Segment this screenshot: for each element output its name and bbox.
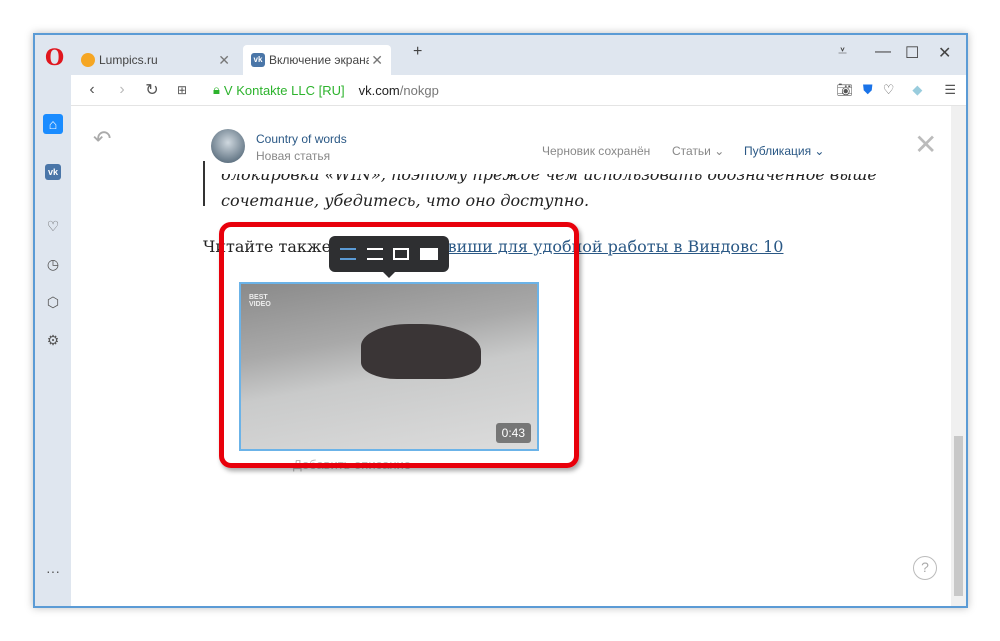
- close-tab-icon[interactable]: ✕: [218, 52, 230, 69]
- extensions-cube-icon[interactable]: ⬡: [43, 292, 63, 312]
- new-tab-button[interactable]: +: [413, 43, 422, 61]
- vpn-shield-icon[interactable]: ⛊: [863, 82, 873, 98]
- reload-button[interactable]: ↻: [143, 80, 161, 100]
- maximize-button[interactable]: ☐: [905, 43, 919, 63]
- help-button[interactable]: ?: [913, 556, 937, 580]
- camera-icon[interactable]: 📷︎: [836, 82, 853, 98]
- settings-gear-icon[interactable]: ⚙: [43, 330, 63, 350]
- tab-menu-icon[interactable]: ⩡: [838, 43, 847, 61]
- quote-line: блокировки «WIN», поэтому прежде чем исп…: [221, 165, 877, 184]
- highlight-box: [219, 222, 579, 468]
- home-icon[interactable]: ⌂: [43, 114, 63, 134]
- close-editor-icon[interactable]: ✕: [914, 128, 937, 161]
- draft-status: Черновик сохранён: [542, 144, 651, 158]
- opera-logo[interactable]: O: [45, 45, 64, 71]
- security-badge[interactable]: V Kontakte LLC [RU]: [224, 83, 345, 98]
- vk-favicon: vk: [251, 53, 265, 67]
- scrollbar-thumb[interactable]: [954, 436, 963, 596]
- browser-window: O Lumpics.ru✕ vkВключение экрана блокиро…: [33, 33, 968, 608]
- close-tab-icon[interactable]: ✕: [371, 52, 383, 69]
- article-subtitle: Новая статья: [256, 149, 331, 163]
- lock-icon: 🔒︎: [213, 82, 220, 97]
- sidebar: ⌂ vk ♡ ◷ ⬡ ⚙ ···: [35, 106, 71, 606]
- quote-line: сочетание, убедитесь, что оно доступно.: [221, 191, 590, 210]
- easy-setup-icon[interactable]: ☰: [944, 82, 956, 98]
- back-button[interactable]: ‹: [83, 81, 101, 99]
- minimize-button[interactable]: —: [875, 43, 891, 61]
- speed-dial-icon[interactable]: ⊞: [173, 83, 191, 97]
- heart-icon[interactable]: ♡: [883, 82, 895, 98]
- address-bar: ‹ › ↻ ⊞ 🔒︎ V Kontakte LLC [RU] vk.com/no…: [71, 75, 966, 106]
- close-window-button[interactable]: ✕: [938, 43, 951, 63]
- author-name[interactable]: Country of words: [256, 132, 347, 146]
- undo-icon[interactable]: ↶: [93, 126, 111, 152]
- forward-button[interactable]: ›: [113, 81, 131, 99]
- tab-vk[interactable]: vkВключение экрана блокировки✕: [243, 45, 391, 75]
- lumpics-favicon: [81, 53, 95, 67]
- bookmarks-heart-icon[interactable]: ♡: [43, 216, 63, 236]
- history-clock-icon[interactable]: ◷: [43, 254, 63, 274]
- extension-cube-icon[interactable]: ◆: [912, 82, 922, 98]
- tab-lumpics[interactable]: Lumpics.ru ✕: [73, 45, 238, 75]
- url-input[interactable]: vk.com/nokgp: [359, 83, 439, 98]
- articles-menu[interactable]: Статьи ⌄: [672, 144, 724, 158]
- more-icon[interactable]: ···: [43, 561, 63, 581]
- publish-menu[interactable]: Публикация ⌄: [744, 144, 824, 158]
- page-content: ↶ Country of words Новая статья Черновик…: [71, 106, 951, 606]
- scrollbar[interactable]: [951, 106, 966, 606]
- avatar[interactable]: [211, 129, 245, 163]
- quote-bar: [203, 161, 205, 206]
- vk-sidebar-icon[interactable]: vk: [45, 164, 61, 180]
